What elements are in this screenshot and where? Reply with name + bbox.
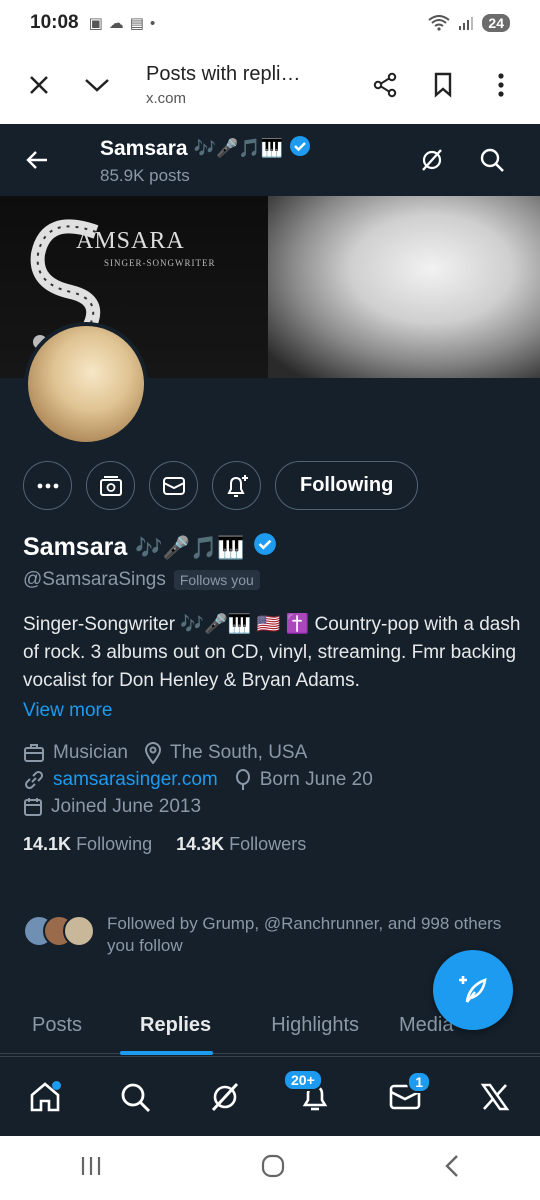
search-icon[interactable] <box>462 147 522 173</box>
verified-badge-icon[interactable] <box>253 532 277 563</box>
bottom-navigation: 20+ 1 <box>0 1056 540 1136</box>
followers-count-link[interactable]: 14.3K Followers <box>176 834 306 855</box>
wifi-icon <box>428 15 451 31</box>
profile-website-link[interactable]: samsarasinger.com <box>53 769 218 791</box>
profile-header: Samsara 🎶🎤🎵🎹 85.9K posts <box>0 124 540 196</box>
ellipsis-icon <box>37 483 58 488</box>
tab-replies[interactable]: Replies <box>102 996 231 1055</box>
avatar[interactable] <box>24 322 148 446</box>
followers-count-label: Followers <box>229 834 307 854</box>
subscribe-button[interactable] <box>86 461 135 510</box>
nav-notifications[interactable]: 20+ <box>283 1067 345 1127</box>
status-bar: 10:08 ▣ ☁ ▤ • 24 <box>0 0 540 46</box>
profile-name-emojis: 🎶🎤🎵🎹 <box>135 534 245 560</box>
profile-name: Samsara <box>23 533 128 561</box>
android-navigation-bar <box>0 1136 540 1200</box>
profile-meta: Musician The South, USA samsarasinger.co… <box>23 742 523 818</box>
profile-actions: Following <box>23 461 419 510</box>
followed-by-avatars <box>23 915 95 947</box>
grok-icon <box>211 1082 239 1111</box>
profile-joined-date: Joined June 2013 <box>51 796 202 817</box>
grok-icon[interactable] <box>402 147 462 173</box>
briefcase-icon <box>24 744 44 762</box>
screenshot-icon: ▣ <box>88 15 103 32</box>
home-unread-dot <box>52 1080 61 1090</box>
nav-x-premium[interactable] <box>465 1067 525 1127</box>
verified-badge-icon <box>289 135 311 163</box>
header-name-emojis: 🎶🎤🎵🎹 <box>193 138 284 158</box>
following-button[interactable]: Following <box>275 461 419 510</box>
header-posts-count: 85.9K posts <box>100 165 190 185</box>
browser-toolbar: Posts with repli… x.com <box>0 46 540 124</box>
profile-location: The South, USA <box>169 742 308 763</box>
profile-bio: Singer-Songwriter 🎶🎤🎹 🇺🇸 ✝️ Country-pop … <box>23 614 521 691</box>
notify-button[interactable] <box>212 461 261 510</box>
link-icon <box>24 770 44 790</box>
browser-title-area[interactable]: Posts with repli… x.com <box>126 63 356 107</box>
profile-birthday: Born June 20 <box>259 769 373 790</box>
message-button[interactable] <box>149 461 198 510</box>
more-options-button[interactable] <box>23 461 72 510</box>
following-count-label: Following <box>76 834 153 854</box>
calendar-icon <box>24 798 42 816</box>
following-count: 14.1K <box>23 834 72 854</box>
follows-you-badge: Follows you <box>173 570 260 590</box>
home-circle-icon[interactable] <box>260 1153 286 1184</box>
cloud-icon: ☁ <box>108 15 124 32</box>
browser-domain: x.com <box>146 90 187 107</box>
followed-by-row[interactable]: Followed by Grump, @Ranchrunner, and 998… <box>23 913 507 957</box>
chevron-down-icon[interactable] <box>68 56 126 114</box>
bell-plus-icon <box>226 474 248 497</box>
header-name-block: Samsara 🎶🎤🎵🎹 85.9K posts <box>74 135 402 186</box>
share-icon[interactable] <box>356 56 414 114</box>
feather-plus-icon <box>459 976 487 1003</box>
close-icon[interactable] <box>10 56 68 114</box>
compose-post-button[interactable] <box>433 950 513 1030</box>
status-time: 10:08 <box>30 12 79 33</box>
nav-grok[interactable] <box>195 1067 255 1127</box>
following-count-link[interactable]: 14.1K Following <box>23 834 152 855</box>
banner-logo-subtitle: SINGER-SONGWRITER <box>104 258 216 268</box>
location-pin-icon <box>144 742 161 764</box>
dot-icon: • <box>149 14 156 32</box>
x-logo-icon <box>480 1083 510 1110</box>
header-name: Samsara <box>100 136 188 160</box>
nav-messages[interactable]: 1 <box>375 1067 435 1127</box>
banner-logo-text: AMSARA <box>76 228 185 254</box>
view-more-link[interactable]: View more <box>23 700 523 722</box>
calendar-icon: ▤ <box>129 15 144 32</box>
banner-photo <box>268 196 540 378</box>
search-icon <box>121 1083 151 1112</box>
notifications-badge: 20+ <box>283 1068 323 1091</box>
battery-indicator: 24 <box>482 14 510 32</box>
bookmark-icon[interactable] <box>414 56 472 114</box>
follow-counts: 14.1K Following 14.3K Followers <box>23 834 523 855</box>
status-notification-icons: ▣ ☁ ▤ • <box>88 14 156 33</box>
profile-handle: @SamsaraSings <box>23 569 166 590</box>
followed-by-text: Followed by Grump, @Ranchrunner, and 998… <box>107 914 502 955</box>
nav-search[interactable] <box>105 1067 165 1127</box>
tab-highlights[interactable]: Highlights <box>231 996 379 1054</box>
back-chevron-icon[interactable] <box>443 1153 461 1184</box>
subscribe-icon <box>99 475 122 496</box>
back-arrow-icon[interactable] <box>0 150 74 170</box>
profile-category: Musician <box>53 742 128 763</box>
more-vertical-icon[interactable] <box>472 56 530 114</box>
nav-home[interactable] <box>15 1067 75 1127</box>
envelope-icon <box>162 476 185 495</box>
browser-page-title: Posts with repli… <box>146 63 301 85</box>
signal-icon <box>459 17 474 30</box>
tab-posts[interactable]: Posts <box>0 996 102 1054</box>
profile-info: Samsara 🎶🎤🎵🎹 @SamsaraSings Follows you S… <box>23 532 523 855</box>
follower-avatar <box>63 915 95 947</box>
messages-badge: 1 <box>407 1070 431 1093</box>
balloon-icon <box>235 769 250 790</box>
recent-apps-icon[interactable] <box>79 1155 103 1182</box>
followers-count: 14.3K <box>176 834 225 854</box>
